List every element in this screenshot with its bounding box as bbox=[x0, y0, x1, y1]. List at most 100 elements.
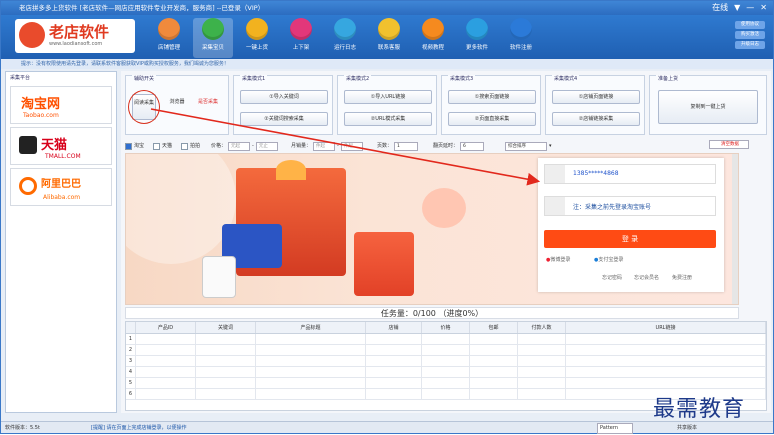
browser-scrollbar[interactable] bbox=[732, 154, 738, 304]
watermark: 最需教育 bbox=[653, 397, 746, 422]
table-cell bbox=[422, 378, 470, 388]
tmall-checkbox[interactable] bbox=[153, 142, 160, 150]
table-row[interactable]: 5 bbox=[126, 378, 766, 389]
table-cell bbox=[566, 378, 766, 388]
table-cell bbox=[518, 367, 566, 377]
platform-alibaba[interactable]: 阿里巴巴 Alibaba.com bbox=[10, 168, 112, 206]
copy-to-upload-button[interactable]: 复制到一键上货 bbox=[658, 90, 758, 124]
sort-select[interactable]: 综合排序 ▾ bbox=[505, 140, 552, 152]
online-status[interactable]: 在线 bbox=[712, 1, 728, 15]
menu-dropdown-icon[interactable]: ▼ bbox=[734, 1, 740, 15]
toolbar-contact-service-button[interactable]: 联系客服 bbox=[369, 18, 409, 58]
toolbar-label: 更多软件 bbox=[465, 45, 488, 51]
platform-tmall[interactable]: 天猫 TMALL.COM bbox=[10, 127, 112, 165]
import-keywords-button[interactable]: ①导入关键词 bbox=[240, 90, 328, 104]
table-header: 产品ID 关键词 产品标题 店铺 价格 包邮 付款人数 URL链接 bbox=[126, 322, 766, 334]
option-taobao[interactable]: 淘宝 bbox=[125, 140, 144, 152]
platform-taobao[interactable]: 淘宝网 Taobao.com bbox=[10, 86, 112, 124]
url-collect-button[interactable]: ②URL模式采集 bbox=[344, 112, 432, 126]
col-shipping[interactable]: 包邮 bbox=[470, 322, 518, 333]
table-cell bbox=[136, 367, 196, 377]
option-tmall[interactable]: 天猫 bbox=[153, 140, 172, 152]
username-value: 1385*****4868 bbox=[573, 170, 619, 177]
toolbar-software-register-button[interactable]: 软件注册 bbox=[501, 18, 541, 58]
toolbar-one-click-upload-button[interactable]: 一键上货 bbox=[237, 18, 277, 58]
sidebar-header: 采集平台 bbox=[10, 75, 31, 81]
weibo-login-link[interactable]: ●微博登录 bbox=[546, 256, 570, 263]
interval-input[interactable]: 6 bbox=[460, 141, 485, 151]
tmall-logo-text: 天猫 bbox=[41, 138, 68, 153]
collect-toggle-button[interactable]: 是否采集 bbox=[196, 94, 220, 120]
run-log-icon bbox=[334, 18, 356, 40]
register-link[interactable]: 免费注册 bbox=[672, 274, 692, 281]
table-cell bbox=[196, 378, 256, 388]
clear-data-button[interactable]: 清空数据 bbox=[709, 140, 749, 149]
table-cell bbox=[422, 389, 470, 399]
toolbar-collect-items-button[interactable]: 采集宝贝 bbox=[193, 18, 233, 58]
password-field[interactable]: 注：采集之前先登录淘宝账号 bbox=[544, 196, 716, 216]
table-row[interactable]: 2 bbox=[126, 345, 766, 356]
sales-max-input[interactable]: 件起 bbox=[340, 141, 363, 151]
col-url[interactable]: URL链接 bbox=[566, 322, 766, 333]
forgot-username-link[interactable]: 忘记会员名 bbox=[634, 274, 659, 281]
store-link-collect-button[interactable]: ②店铺链接采集 bbox=[552, 112, 640, 126]
pattern-select[interactable]: Pattern bbox=[597, 423, 633, 434]
keyword-search-button[interactable]: ②关键词搜索采集 bbox=[240, 112, 328, 126]
alipay-login-link[interactable]: ●支付宝登录 bbox=[594, 256, 623, 263]
username-field[interactable]: 1385*****4868 bbox=[544, 164, 716, 184]
alibaba-logo-url: Alibaba.com bbox=[43, 194, 81, 201]
filter-options-row: 淘宝 天猫 拍拍 价格： 元起 - 元止 月销量： 件起 - 件起 页数： 1 翻页延时： 6 … bbox=[121, 139, 771, 151]
aux-group-title: 辅助开关 bbox=[132, 75, 157, 82]
close-button[interactable]: ✕ bbox=[760, 1, 767, 15]
video-tutorial-icon bbox=[422, 18, 444, 40]
changelog-button[interactable]: 升级日志 bbox=[735, 41, 765, 49]
software-register-icon bbox=[510, 18, 532, 40]
shelf-icon bbox=[290, 18, 312, 40]
search-page-link-button[interactable]: ①搜索页面链接 bbox=[448, 90, 536, 104]
task-count: 任务量：0/100 bbox=[380, 309, 436, 318]
browser-view[interactable]: 1385*****4868 注：采集之前先登录淘宝账号 登 录 ●微博登录 ●支… bbox=[125, 153, 739, 305]
price-max-input[interactable]: 元止 bbox=[255, 141, 278, 151]
table-cell bbox=[470, 367, 518, 377]
page-direct-collect-button[interactable]: ②页面直接采集 bbox=[448, 112, 536, 126]
notice-text: 提示：没有权限使用请先登录，请联系软件客服获取VIP或购买授权服务，我们竭诚为您… bbox=[21, 61, 229, 67]
toolbar-store-manage-button[interactable]: 店铺管理 bbox=[149, 18, 189, 58]
table-cell bbox=[366, 334, 422, 344]
minimize-button[interactable]: — bbox=[746, 1, 754, 15]
col-keyword[interactable]: 关键词 bbox=[196, 322, 256, 333]
terms-button[interactable]: 使用协议 bbox=[735, 21, 765, 29]
table-cell bbox=[566, 367, 766, 377]
main-toolbar: 老店软件 www.laodiansoft.com 店铺管理 采集宝贝 一键上货 上下架… bbox=[1, 15, 773, 59]
pages-input[interactable]: 1 bbox=[394, 141, 419, 151]
col-store[interactable]: 店铺 bbox=[366, 322, 422, 333]
option-paipai[interactable]: 拍拍 bbox=[181, 140, 200, 152]
toolbar-run-log-button[interactable]: 运行日志 bbox=[325, 18, 365, 58]
taobao-checkbox[interactable] bbox=[125, 142, 132, 150]
col-title[interactable]: 产品标题 bbox=[256, 322, 366, 333]
login-button[interactable]: 登 录 bbox=[544, 230, 716, 248]
table-row[interactable]: 1 bbox=[126, 334, 766, 345]
alibaba-logo-text: 阿里巴巴 bbox=[41, 179, 81, 190]
browser-button[interactable]: 浏览器 bbox=[164, 96, 190, 110]
table-row[interactable]: 3 bbox=[126, 356, 766, 367]
sales-min-input[interactable]: 件起 bbox=[313, 141, 336, 151]
toolbar-more-software-button[interactable]: 更多软件 bbox=[457, 18, 497, 58]
paipai-checkbox[interactable] bbox=[181, 142, 188, 150]
import-url-button[interactable]: ①导入URL链接 bbox=[344, 90, 432, 104]
forgot-password-link[interactable]: 忘记密码 bbox=[602, 274, 622, 281]
toolbar-right-buttons: 使用协议 购买激活 升级日志 bbox=[735, 21, 765, 49]
col-buyers[interactable]: 付款人数 bbox=[518, 322, 566, 333]
tmall-option-label: 天猫 bbox=[162, 143, 173, 149]
activate-button[interactable]: 购买激活 bbox=[735, 31, 765, 39]
col-product-id[interactable]: 产品ID bbox=[136, 322, 196, 333]
toolbar-video-tutorial-button[interactable]: 视频教程 bbox=[413, 18, 453, 58]
store-page-link-button[interactable]: ①店铺页面链接 bbox=[552, 90, 640, 104]
table-cell bbox=[470, 356, 518, 366]
table-cell bbox=[256, 389, 366, 399]
table-cell bbox=[136, 356, 196, 366]
price-min-input[interactable]: 元起 bbox=[228, 141, 251, 151]
col-price[interactable]: 价格 bbox=[422, 322, 470, 333]
toolbar-shelf-button[interactable]: 上下架 bbox=[281, 18, 321, 58]
store-manage-icon bbox=[158, 18, 180, 40]
table-row[interactable]: 4 bbox=[126, 367, 766, 378]
